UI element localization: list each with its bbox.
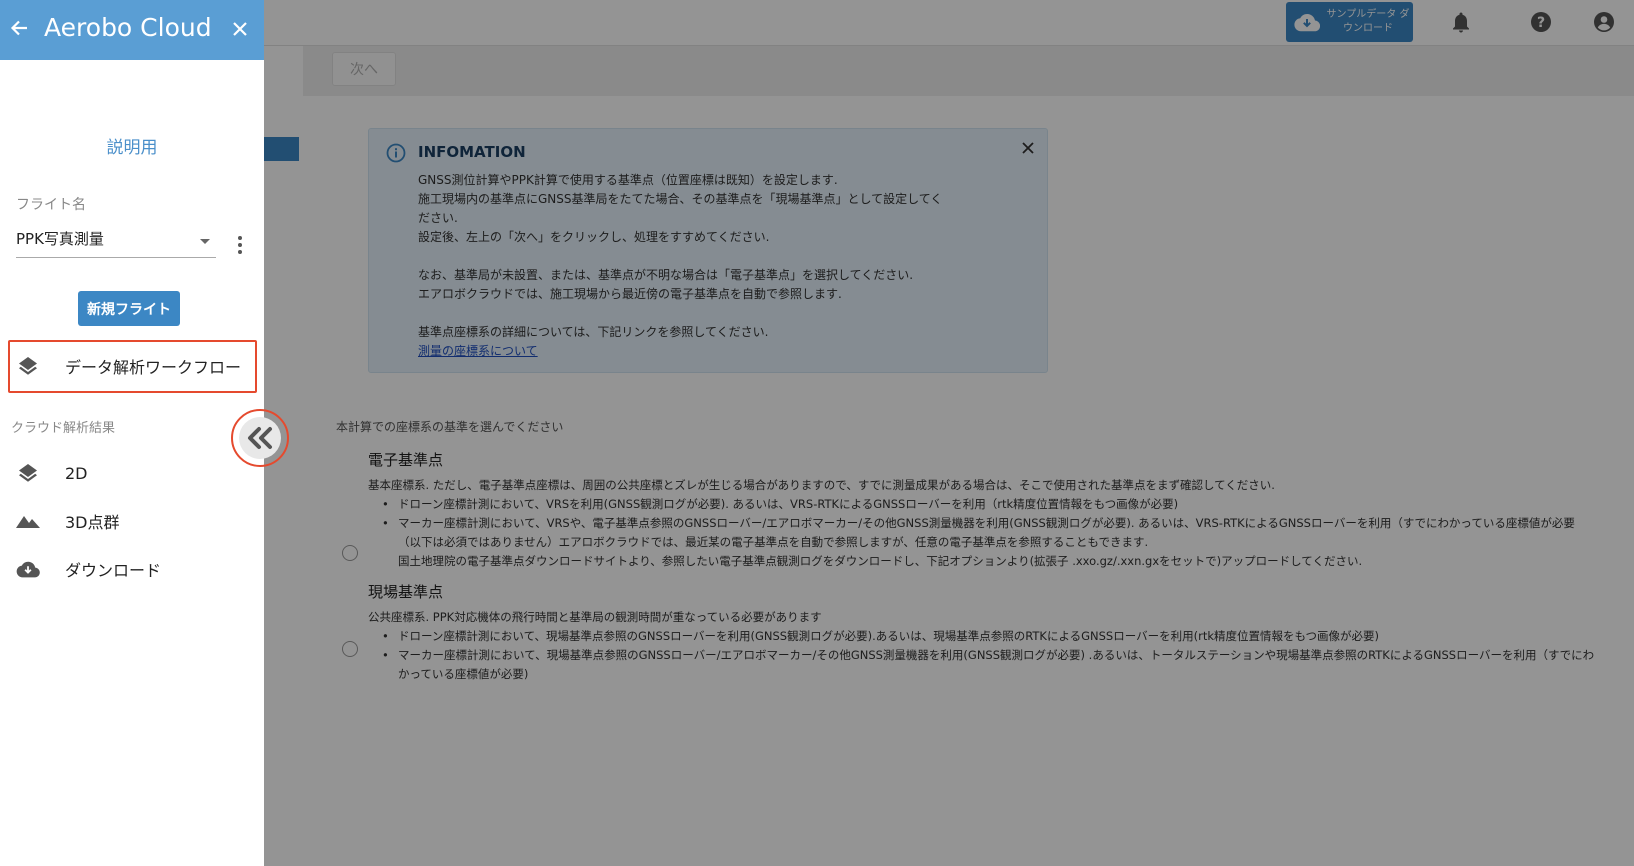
cloud-results-heading: クラウド解析結果	[11, 421, 116, 436]
drawer-header: Aerobo Cloud	[0, 0, 264, 60]
nav-item-label: ダウンロード	[65, 561, 162, 580]
dropdown-caret-icon	[200, 239, 210, 244]
highlight-box	[8, 340, 257, 393]
flight-select[interactable]: PPK写真測量	[16, 228, 216, 258]
terrain-icon	[16, 509, 40, 533]
cloud-download-icon	[16, 557, 40, 581]
collapse-drawer-button[interactable]	[231, 409, 289, 467]
new-flight-button[interactable]: 新規フライト	[78, 291, 180, 326]
app-title: Aerobo Cloud	[44, 13, 212, 42]
nav-item-3d-pointcloud[interactable]: 3D点群	[0, 501, 264, 541]
flight-select-value: PPK写真測量	[16, 230, 104, 248]
double-chevron-left-icon	[239, 417, 281, 459]
close-icon[interactable]	[230, 19, 250, 39]
navigation-drawer: Aerobo Cloud 説明用 フライト名 PPK写真測量 新規フライト デー…	[0, 0, 264, 866]
nav-item-download[interactable]: ダウンロード	[0, 549, 264, 589]
nav-item-label: 2D	[65, 463, 88, 483]
nav-item-2d[interactable]: 2D	[0, 453, 264, 493]
project-name: 説明用	[106, 138, 158, 158]
more-vert-icon[interactable]	[232, 234, 248, 256]
arrow-back-icon[interactable]	[8, 17, 30, 39]
layers-icon	[16, 461, 40, 485]
flight-name-label: フライト名	[16, 197, 86, 213]
nav-item-label: 3D点群	[65, 513, 120, 532]
